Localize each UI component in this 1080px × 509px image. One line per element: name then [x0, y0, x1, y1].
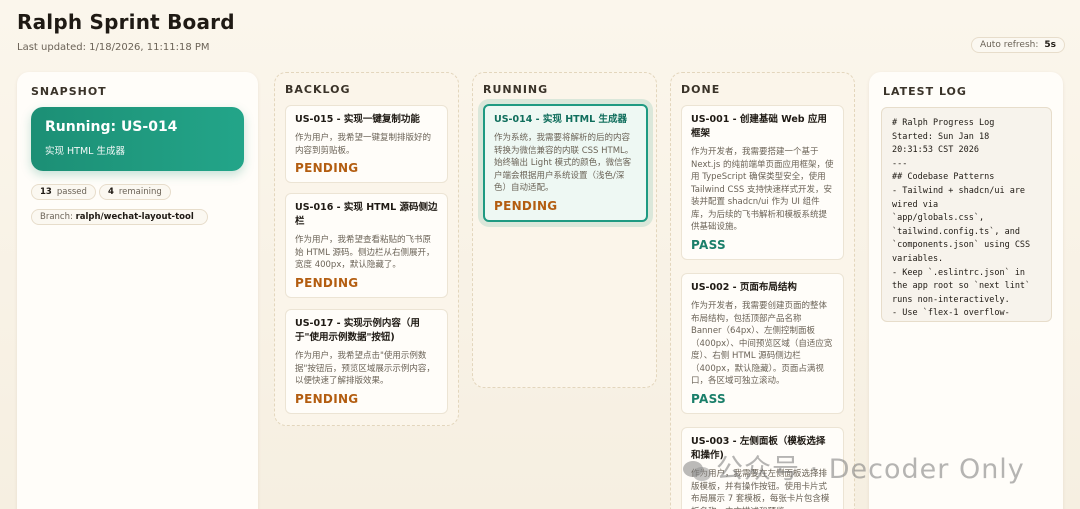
story-card-us-015[interactable]: US-015 - 实现一键复制功能 作为用户，我希望一键复制排版好的内容到剪贴板…: [285, 105, 448, 183]
status-label: PENDING: [295, 391, 359, 406]
card-title: US-017 - 实现示例内容（用于"使用示例数据"按钮): [295, 318, 420, 343]
story-card-us-001[interactable]: US-001 - 创建基础 Web 应用框架 作为开发者，我需要搭建一个基于 N…: [681, 105, 844, 260]
status-label: PASS: [691, 237, 726, 252]
auto-refresh-badge[interactable]: Auto refresh: 5s: [970, 37, 1065, 53]
backlog-column: BACKLOG US-015 - 实现一键复制功能 作为用户，我希望一键复制排版…: [274, 72, 459, 426]
status-label: PENDING: [494, 198, 558, 213]
passed-count: 13: [40, 187, 52, 197]
status-label: PENDING: [295, 161, 359, 175]
card-title: US-015 - 实现一键复制功能: [295, 114, 420, 125]
story-card-us-014[interactable]: US-014 - 实现 HTML 生成器 作为系统，我需要将解析的后的内容转换为…: [483, 104, 648, 222]
passed-label: passed: [56, 187, 87, 197]
card-title: US-014 - 实现 HTML 生成器: [494, 114, 627, 125]
card-description: 作为用户，我希望一键复制排版好的内容到剪贴板。: [295, 133, 432, 156]
snapshot-stats: 13 passed 4 remaining Branch: ralph/wechat-…: [31, 179, 211, 229]
latest-log-panel: LATEST LOG # Ralph Progress Log Started:…: [869, 72, 1063, 509]
remaining-count: 4: [107, 187, 114, 197]
done-column: DONE US-001 - 创建基础 Web 应用框架 作为开发者，我需要搭建一…: [670, 72, 855, 509]
running-hero-title: Running: US-014: [45, 119, 178, 135]
card-description: 作为用户，我希望查看粘贴的飞书原始 HTML 源码。侧边栏从右侧展开，宽度 40…: [295, 235, 435, 270]
page-title: Ralph Sprint Board: [17, 10, 235, 34]
watermark: 公众号 · Decoder Only: [682, 447, 1025, 486]
running-hero-card: Running: US-014 实现 HTML 生成器: [31, 107, 244, 171]
done-title: DONE: [681, 83, 721, 96]
watermark-text: 公众号 · Decoder Only: [716, 454, 1025, 485]
status-label: PENDING: [295, 275, 359, 290]
branch-label: Branch:: [40, 212, 73, 222]
last-updated-text: Last updated: 1/18/2026, 11:11:18 PM: [17, 42, 210, 53]
log-content[interactable]: # Ralph Progress Log Started: Sun Jan 18…: [881, 107, 1052, 322]
remaining-badge: 4 remaining: [98, 184, 171, 200]
card-description: 作为系统，我需要将解析的后的内容转换为微信兼容的内联 CSS HTML。始终输出…: [494, 133, 634, 193]
backlog-title: BACKLOG: [285, 83, 351, 96]
card-title: US-016 - 实现 HTML 源码侧边栏: [295, 202, 438, 227]
branch-badge: Branch: ralph/wechat-layout-tool: [31, 209, 208, 225]
latest-log-title: LATEST LOG: [883, 85, 967, 98]
snapshot-panel: SNAPSHOT Running: US-014 实现 HTML 生成器 13 p…: [17, 72, 258, 509]
snapshot-title: SNAPSHOT: [31, 85, 107, 98]
wechat-icon: [683, 460, 711, 481]
card-title: US-001 - 创建基础 Web 应用框架: [691, 114, 827, 139]
card-description: 作为开发者，我需要搭建一个基于 Next.js 的纯前端单页面应用框架，使用 T…: [691, 147, 834, 232]
remaining-label: remaining: [118, 187, 162, 197]
story-card-us-002[interactable]: US-002 - 页面布局结构 作为开发者，我需要创建页面的整体布局结构，包括顶…: [681, 273, 844, 414]
branch-value: ralph/wechat-layout-tool: [75, 212, 194, 222]
status-label: PASS: [691, 391, 726, 406]
running-column: RUNNING US-014 - 实现 HTML 生成器 作为系统，我需要将解析…: [472, 72, 657, 388]
auto-refresh-label: Auto refresh:: [979, 40, 1039, 50]
running-hero-subtitle: 实现 HTML 生成器: [45, 146, 125, 157]
auto-refresh-value: 5s: [1044, 40, 1056, 50]
story-card-us-016[interactable]: US-016 - 实现 HTML 源码侧边栏 作为用户，我希望查看粘贴的飞书原始…: [285, 193, 448, 298]
card-description: 作为用户，我希望点击"使用示例数据"按钮后，预览区域展示示例内容，以便快速了解排…: [295, 351, 435, 386]
card-title: US-002 - 页面布局结构: [691, 282, 797, 293]
page-header: Ralph Sprint Board Last updated: 1/18/20…: [17, 10, 235, 53]
card-description: 作为开发者，我需要创建页面的整体布局结构，包括顶部产品名称 Banner（64p…: [691, 301, 833, 386]
story-card-us-017[interactable]: US-017 - 实现示例内容（用于"使用示例数据"按钮) 作为用户，我希望点击…: [285, 309, 448, 414]
running-title: RUNNING: [483, 83, 549, 96]
passed-badge: 13 passed: [31, 184, 96, 200]
